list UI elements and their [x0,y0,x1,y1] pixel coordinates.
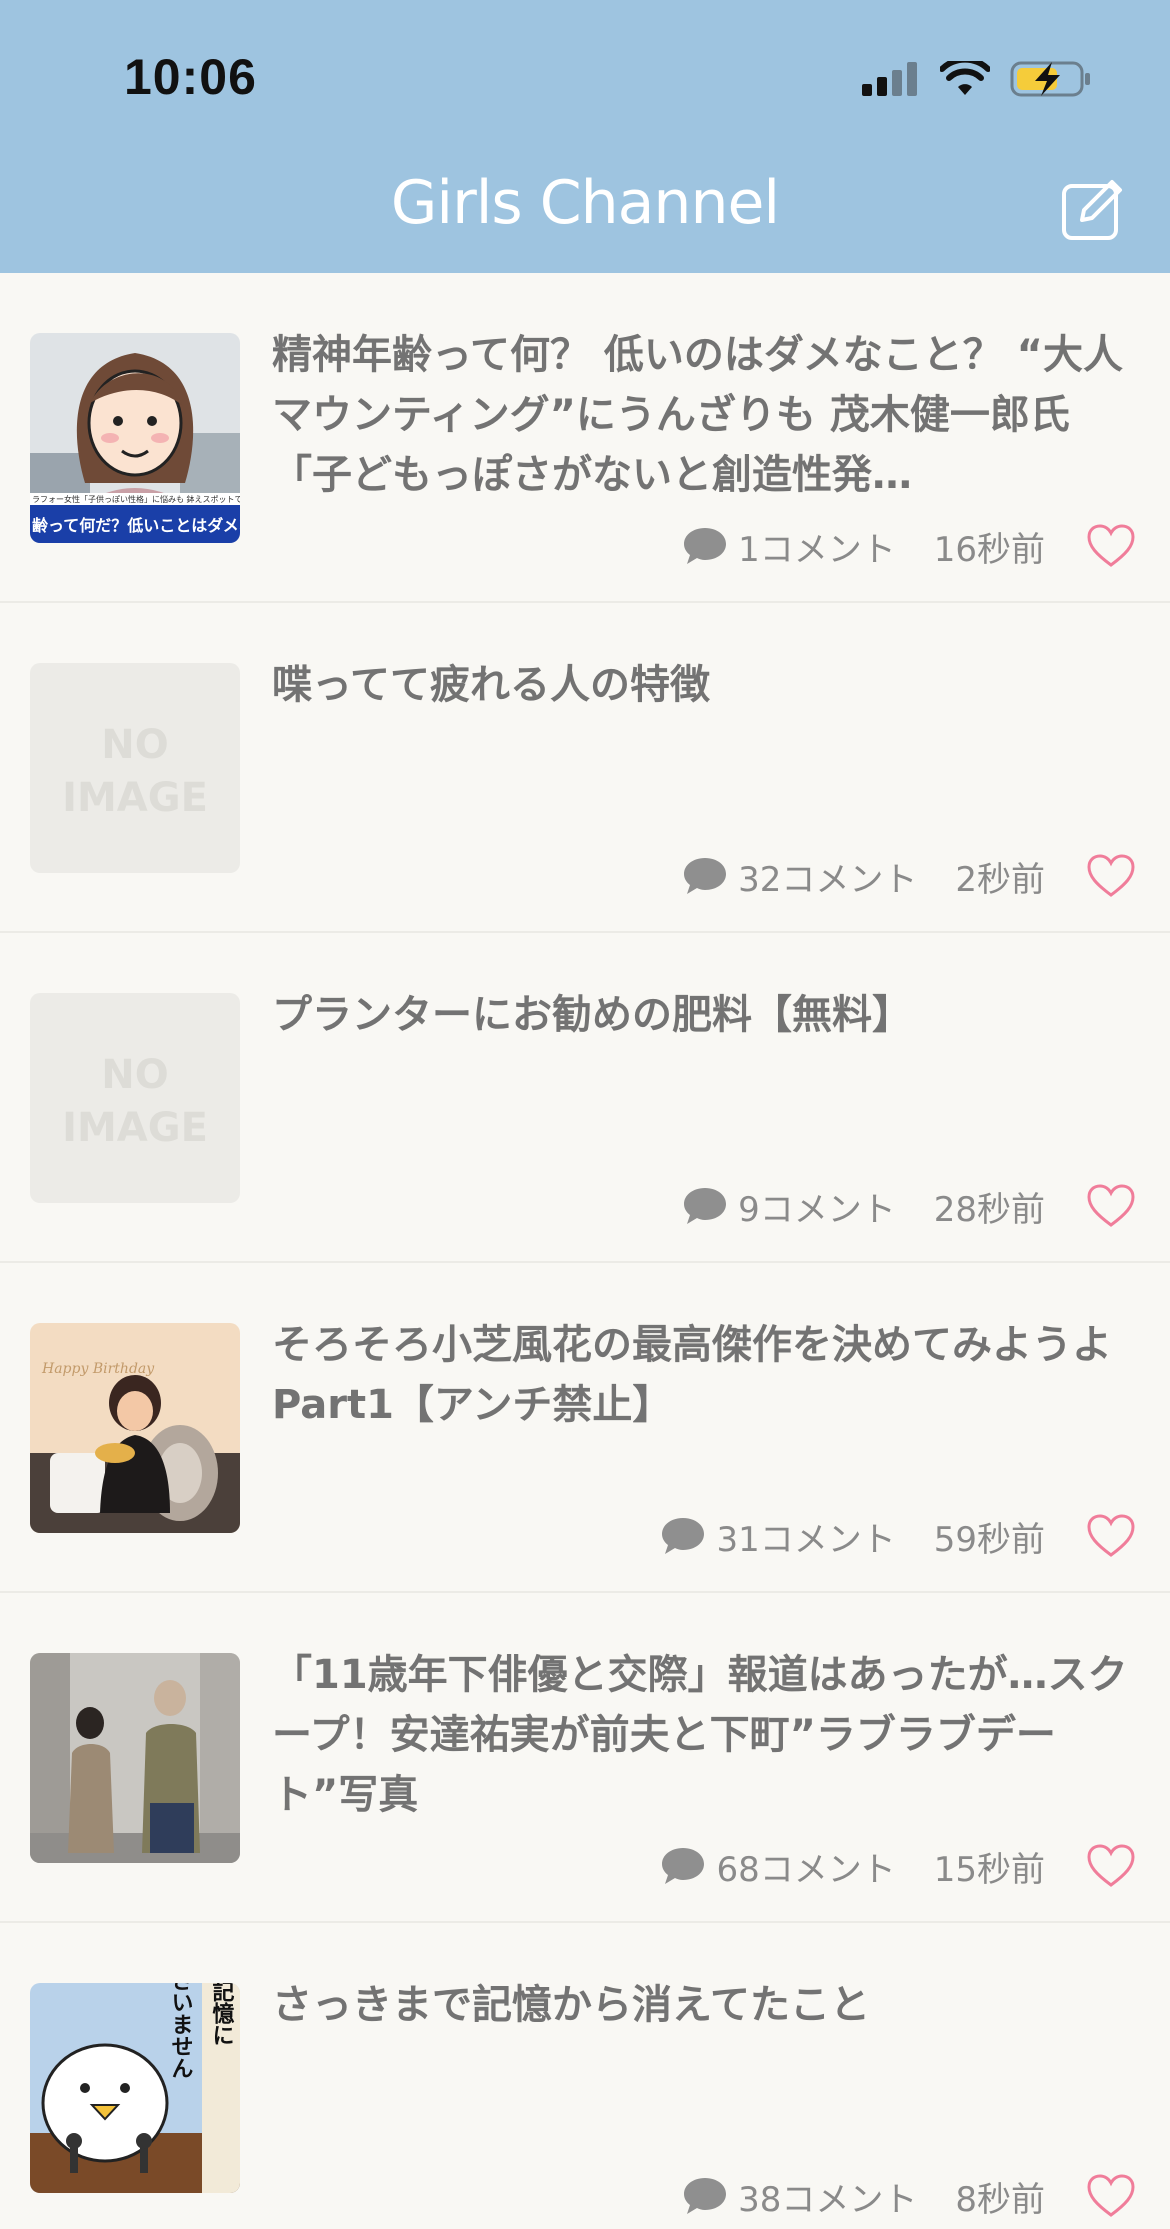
topic-meta: 31コメント 59秒前 [660,1511,1045,1561]
comment-count: 9コメント [738,1189,896,1230]
comment-count: 32コメント [738,859,918,900]
heart-icon[interactable] [1086,1843,1136,1889]
heart-icon[interactable] [1086,1513,1136,1559]
topic-thumbnail: Happy Birthday [30,1323,240,1533]
list-item[interactable]: 記憶に ございません さっきまで記憶から消えてたこと 38コメント 8秒前 [0,1923,1170,2229]
topic-thumbnail: ラフォー女性「子供っぽい性格」に悩みも 鉢えスポットではし 齢って何だ？低いこと… [30,333,240,543]
elapsed-time: 8秒前 [955,2179,1045,2220]
comment-icon [662,1518,705,1554]
topic-thumbnail: 記憶に ございません [30,1983,240,2193]
thumbnail-caption: Happy Birthday [41,1361,155,1377]
heart-icon[interactable] [1086,853,1136,899]
app-title: Girls Channel [390,168,780,238]
topic-thumbnail: NO IMAGE [30,993,240,1203]
topic-meta: 1コメント 16秒前 [682,521,1045,571]
comment-icon [684,1188,727,1224]
status-time: 10:06 [124,49,257,105]
thumbnail-caption: 齢って何だ？低いことはダメなこ [32,516,240,535]
heart-icon[interactable] [1086,523,1136,569]
compose-icon[interactable] [1060,176,1126,242]
heart-icon[interactable] [1086,1183,1136,1229]
comment-count: 68コメント [716,1849,896,1890]
elapsed-time: 59秒前 [933,1519,1045,1560]
topic-title[interactable]: 精神年齢って何？ 低いのはダメなこと？ “大人マウンティング”にうんざりも 茂木… [272,325,1147,505]
no-image-text: IMAGE [62,1105,208,1151]
topic-thumbnail: NO IMAGE [30,663,240,873]
elapsed-time: 16秒前 [933,529,1045,570]
topic-list: ラフォー女性「子供っぽい性格」に悩みも 鉢えスポットではし 齢って何だ？低いこと… [0,273,1170,2229]
no-image-text: IMAGE [62,775,208,821]
list-item[interactable]: NO IMAGE プランターにお勧めの肥料【無料】 9コメント 28秒前 [0,933,1170,1263]
topic-thumbnail [30,1653,240,1863]
topic-title[interactable]: 喋ってて疲れる人の特徴 [272,655,1147,715]
thumbnail-caption: 記憶に [209,1983,235,2046]
topic-title[interactable]: さっきまで記憶から消えてたこと [272,1975,1147,2035]
elapsed-time: 2秒前 [955,859,1045,900]
topic-meta: 9コメント 28秒前 [682,1181,1045,1231]
signal-icon [862,62,917,96]
thumbnail-caption: ございません [168,1983,194,2079]
comment-icon [684,528,727,564]
topic-title[interactable]: そろそろ小芝風花の最高傑作を決めてみようよPart1【アンチ禁止】 [272,1315,1147,1435]
topic-title[interactable]: 「11歳年下俳優と交際」報道はあったが…スクープ！安達祐実が前夫と下町”ラブラブ… [272,1645,1147,1825]
app-header: 10:06 Girls Channel [0,0,1170,273]
comment-icon [684,2178,727,2214]
topic-title[interactable]: プランターにお勧めの肥料【無料】 [272,985,1147,1045]
thumbnail-caption: ラフォー女性「子供っぽい性格」に悩みも 鉢えスポットではし [32,494,240,504]
comment-icon [662,1848,705,1884]
elapsed-time: 15秒前 [933,1849,1045,1890]
topic-meta: 38コメント 8秒前 [682,2171,1045,2221]
battery-charging-icon [1010,61,1090,97]
comment-count: 38コメント [738,2179,918,2220]
list-item[interactable]: NO IMAGE 喋ってて疲れる人の特徴 32コメント 2秒前 [0,603,1170,933]
wifi-icon [940,61,990,95]
comment-count: 1コメント [738,529,896,570]
topic-meta: 32コメント 2秒前 [682,851,1045,901]
topic-meta: 68コメント 15秒前 [660,1841,1045,1891]
list-item[interactable]: 「11歳年下俳優と交際」報道はあったが…スクープ！安達祐実が前夫と下町”ラブラブ… [0,1593,1170,1923]
list-item[interactable]: Happy Birthday そろそろ小芝風花の最高傑作を決めてみようよPart… [0,1263,1170,1593]
status-icons [862,56,1092,102]
no-image-text: NO [101,722,168,768]
comment-icon [684,858,727,894]
list-item[interactable]: ラフォー女性「子供っぽい性格」に悩みも 鉢えスポットではし 齢って何だ？低いこと… [0,273,1170,603]
heart-icon[interactable] [1086,2173,1136,2219]
no-image-text: NO [101,1052,168,1098]
comment-count: 31コメント [716,1519,896,1560]
elapsed-time: 28秒前 [933,1189,1045,1230]
